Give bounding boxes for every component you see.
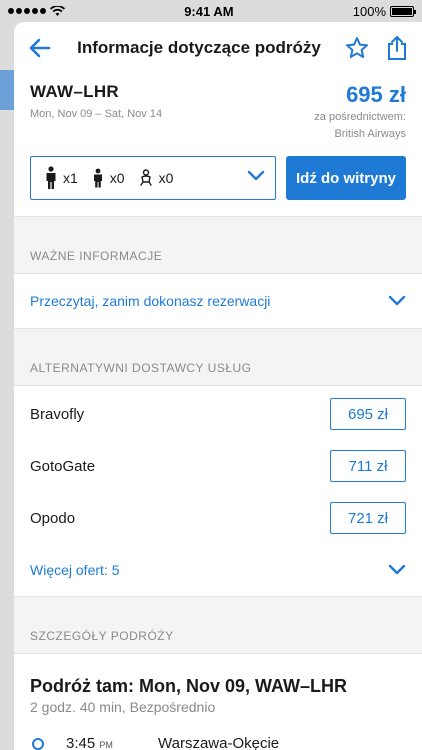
chevron-down-icon [388,295,406,306]
trip-summary: WAW–LHR Mon, Nov 09 – Sat, Nov 14 695 zł… [14,74,422,142]
travel-details-sheet: Informacje dotyczące podróży WAW–LHR Mon… [14,22,422,750]
child-icon [93,168,102,188]
provider-name: Bravofly [30,405,85,423]
provider-row: GotoGate 711 zł [14,440,422,492]
segment-time: 3:45 PM [66,735,113,750]
read-before-booking-link[interactable]: Przeczytaj, zanim dokonasz rezerwacji [14,274,422,328]
provider-price-button[interactable]: 695 zł [330,398,406,430]
outbound-title: Podróż tam: Mon, Nov 09, WAW–LHR [30,676,348,696]
back-arrow-icon [29,38,51,58]
go-to-site-button[interactable]: Idź do witryny [286,156,406,200]
header: Informacje dotyczące podróży [14,22,422,74]
chevron-down-icon [247,169,265,187]
provider-name: Opodo [30,509,76,527]
children-count: x0 [109,170,125,186]
route: WAW–LHR [30,82,119,101]
read-before-booking-label: Przeczytaj, zanim dokonasz rezerwacji [30,293,271,309]
infant-icon [139,169,152,186]
passenger-row: x1 x0 x0 Idź do witryny [14,142,422,216]
share-icon [388,36,406,60]
outbound-subtitle: 2 godz. 40 min, Bezpośrednio [30,699,216,715]
segment-row: 3:45 PM Warszawa-Okęcie [14,715,422,750]
status-time: 9:41 AM [184,3,234,19]
signal-indicator [8,5,65,17]
segment-place: Warszawa-Okęcie [158,735,280,750]
section-providers: ALTERNATYWNI DOSTAWCY USŁUG [14,328,422,386]
via-label: za pośrednictwem: [314,111,406,123]
provider-price-button[interactable]: 721 zł [330,502,406,534]
status-bar: 9:41 AM 100% [0,0,422,22]
section-trip-details: SZCZEGÓŁY PODRÓŻY [14,596,422,654]
wifi-icon [50,5,65,16]
back-button[interactable] [26,34,54,62]
favorite-button[interactable] [344,35,370,61]
battery-icon [390,5,416,17]
adult-icon [46,166,56,189]
via-airline: British Airways [334,128,406,140]
more-offers-label: Więcej ofert: 5 [30,562,120,578]
provider-price-button[interactable]: 711 zł [330,450,406,482]
passenger-selector[interactable]: x1 x0 x0 [30,156,276,200]
battery-percent: 100% [352,3,386,19]
share-button[interactable] [384,35,410,61]
chevron-down-icon [388,564,406,575]
provider-row: Bravofly 695 zł [14,388,422,440]
section-important: WAŻNE INFORMACJE [14,216,422,274]
trip-price: 695 zł [346,82,406,107]
page-title: Informacje dotyczące podróży [77,38,321,57]
more-offers-link[interactable]: Więcej ofert: 5 [14,544,422,596]
adults-count: x1 [63,170,78,186]
signal-dots-icon [8,8,46,14]
trip-dates: Mon, Nov 09 – Sat, Nov 14 [30,108,163,120]
infants-count: x0 [158,170,174,186]
provider-name: GotoGate [30,457,96,475]
star-icon [346,37,368,58]
timeline-dot-icon [32,737,44,750]
provider-row: Opodo 721 zł [14,492,422,544]
segment-ampm: PM [99,740,113,750]
